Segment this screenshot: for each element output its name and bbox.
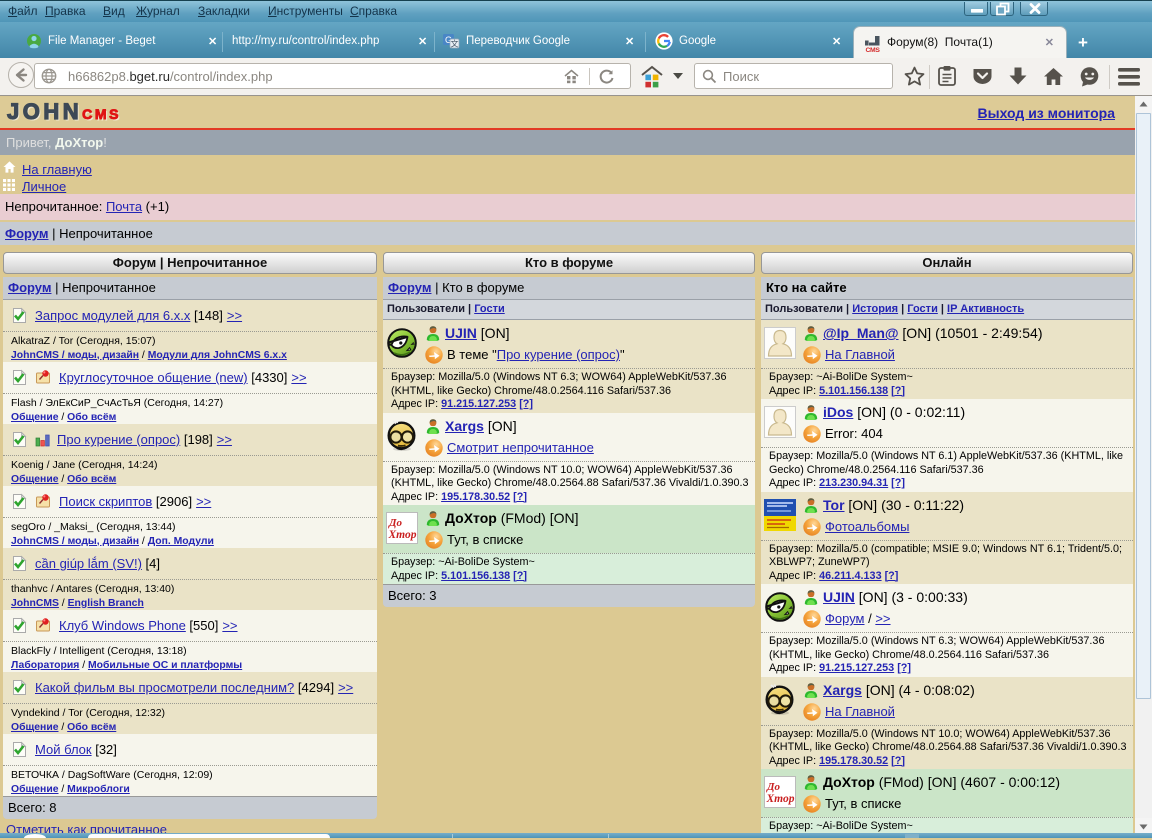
svg-text:CMS: CMS (866, 47, 881, 52)
svg-text:文: 文 (451, 39, 459, 49)
